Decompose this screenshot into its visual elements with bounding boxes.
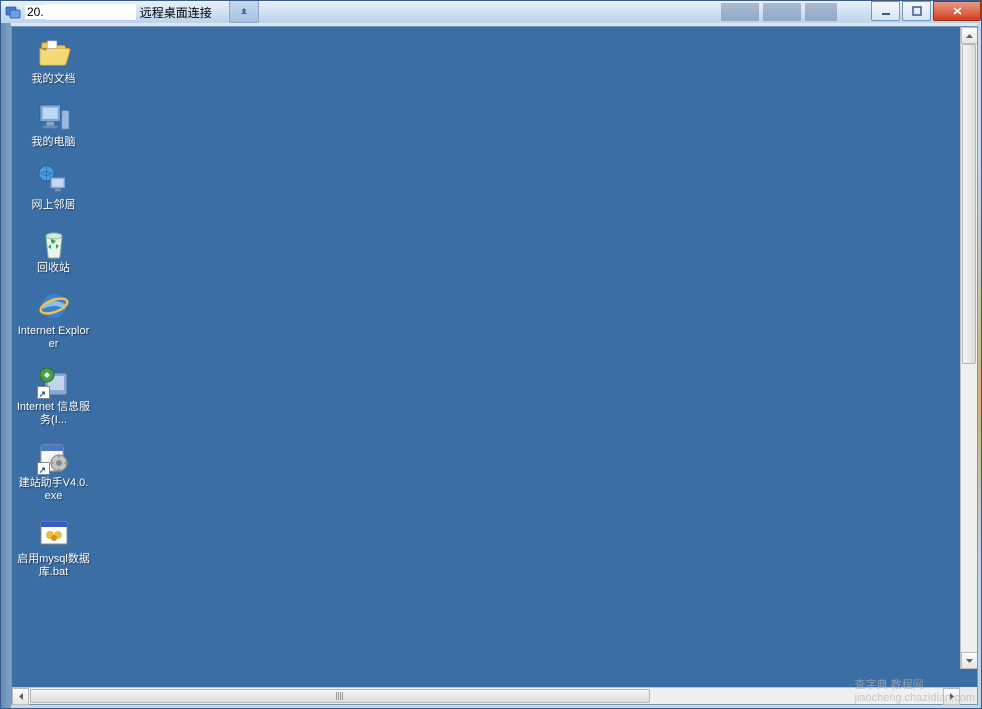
- icon-label: 网上邻居: [32, 199, 76, 212]
- content-area: 我的文档 我的电脑: [11, 26, 978, 705]
- icon-recycle-bin[interactable]: 回收站: [16, 226, 91, 275]
- minimize-button[interactable]: [871, 1, 900, 21]
- scroll-grip-icon: [336, 692, 344, 700]
- icon-label: 我的文档: [32, 73, 76, 86]
- window-controls: [871, 1, 981, 21]
- remote-desktop-surface[interactable]: 我的文档 我的电脑: [12, 27, 977, 687]
- recycle-bin-icon: [37, 226, 71, 260]
- rdp-window: 20. 远程桌面连接: [0, 0, 982, 709]
- vertical-scroll-thumb[interactable]: [962, 44, 976, 364]
- icon-label: 回收站: [37, 262, 70, 275]
- title-suffix: 远程桌面连接: [136, 4, 212, 21]
- iis-icon: [37, 365, 71, 399]
- scroll-left-button[interactable]: [12, 688, 29, 705]
- bat-file-icon: [37, 517, 71, 551]
- scrollbar-corner: [960, 687, 977, 704]
- ie-icon: [37, 289, 71, 323]
- icon-label: 建站助手V4.0.exe: [17, 477, 91, 503]
- maximize-button[interactable]: [902, 1, 931, 21]
- icon-mysql-bat[interactable]: 启用mysql数据库.bat: [16, 517, 91, 579]
- scroll-up-button[interactable]: [961, 27, 977, 44]
- icon-my-documents[interactable]: 我的文档: [16, 37, 91, 86]
- computer-icon: [37, 100, 71, 134]
- network-icon: [37, 163, 71, 197]
- icon-label: 我的电脑: [32, 136, 76, 149]
- rdp-icon: [5, 4, 21, 20]
- horizontal-scroll-thumb[interactable]: [30, 689, 650, 703]
- icon-network-neighborhood[interactable]: 网上邻居: [16, 163, 91, 212]
- icon-label: Internet Explorer: [17, 325, 91, 351]
- scroll-right-button[interactable]: [943, 688, 960, 705]
- vertical-scrollbar[interactable]: [960, 27, 977, 669]
- folder-open-icon: [37, 37, 71, 71]
- icon-internet-explorer[interactable]: Internet Explorer: [16, 289, 91, 351]
- icon-iis[interactable]: Internet 信息服务(I...: [16, 365, 91, 427]
- scroll-down-button[interactable]: [961, 652, 977, 669]
- icon-my-computer[interactable]: 我的电脑: [16, 100, 91, 149]
- exe-gear-icon: [37, 441, 71, 475]
- icon-site-helper[interactable]: 建站助手V4.0.exe: [16, 441, 91, 503]
- connection-bar-pin[interactable]: [229, 1, 259, 23]
- close-button[interactable]: [933, 1, 981, 21]
- desktop-icons-column: 我的文档 我的电脑: [16, 37, 91, 579]
- title-ip-redacted: [46, 4, 136, 20]
- left-frame-edge: [1, 23, 11, 708]
- titlebar[interactable]: 20. 远程桌面连接: [1, 1, 981, 23]
- icon-label: 启用mysql数据库.bat: [17, 553, 91, 579]
- horizontal-scrollbar[interactable]: [12, 687, 960, 704]
- icon-label: Internet 信息服务(I...: [17, 401, 91, 427]
- title-ip-prefix: 20.: [25, 5, 46, 19]
